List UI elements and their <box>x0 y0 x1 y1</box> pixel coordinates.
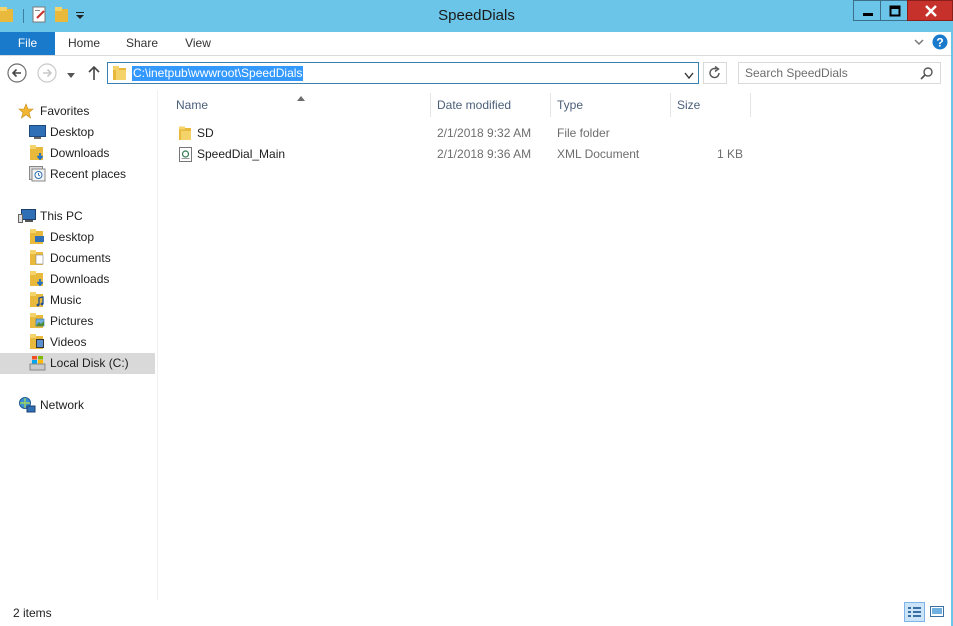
nav-item-label: Documents <box>50 251 111 265</box>
status-bar: 2 items <box>0 600 953 626</box>
nav-pc-desktop[interactable]: Desktop <box>0 227 157 248</box>
expand-ribbon-chevron-icon[interactable] <box>913 36 925 51</box>
navigation-pane: Favorites Desktop Downloads Recent place… <box>0 90 158 600</box>
nav-pc-music[interactable]: Music <box>0 290 157 311</box>
nav-pc-local-disk[interactable]: Local Disk (C:) <box>0 353 155 374</box>
nav-pc-pictures[interactable]: Pictures <box>0 311 157 332</box>
large-icons-view-button[interactable] <box>927 602 948 622</box>
back-button[interactable] <box>7 63 27 86</box>
network-icon <box>18 397 36 420</box>
tab-file[interactable]: File <box>0 32 55 55</box>
nav-network[interactable]: Network <box>0 395 157 416</box>
search-icon[interactable] <box>920 66 934 83</box>
nav-item-label: Videos <box>50 335 87 349</box>
file-size: 1 KB <box>716 147 743 161</box>
file-type: XML Document <box>557 147 640 161</box>
file-row[interactable]: SpeedDial_Main 2/1/2018 9:36 AM XML Docu… <box>170 144 750 165</box>
refresh-button[interactable] <box>703 62 727 84</box>
window-title: SpeedDials <box>438 7 515 24</box>
address-path[interactable]: C:\inetpub\wwwroot\SpeedDials <box>132 66 304 81</box>
search-input[interactable] <box>745 65 915 81</box>
title-bar[interactable]: SpeedDials <box>0 0 953 32</box>
file-name: SD <box>197 126 214 140</box>
file-row[interactable]: SD 2/1/2018 9:32 AM File folder <box>170 123 750 144</box>
nav-item-label: Recent places <box>50 167 127 181</box>
up-button[interactable] <box>87 65 101 84</box>
nav-favorites-recent-places[interactable]: Recent places <box>0 164 157 185</box>
large-icons-view-icon <box>930 606 944 617</box>
help-icon[interactable]: ? <box>932 34 948 53</box>
tab-view[interactable]: View <box>176 32 220 55</box>
column-header-type[interactable]: Type <box>551 93 671 117</box>
nav-network-label: Network <box>40 398 85 412</box>
column-header-name[interactable]: Name <box>170 93 431 117</box>
pane-divider[interactable] <box>157 90 158 600</box>
maximize-button[interactable] <box>880 0 908 21</box>
search-box[interactable] <box>738 62 941 84</box>
recent-locations-chevron-icon[interactable] <box>66 69 76 83</box>
ribbon-tab-bar: File Home Share View ? <box>0 32 953 56</box>
nav-item-label: Downloads <box>50 146 110 160</box>
address-history-chevron-icon[interactable] <box>684 69 694 83</box>
nav-this-pc-label: This PC <box>40 209 83 223</box>
nav-pc-documents[interactable]: Documents <box>0 248 157 269</box>
nav-item-label: Music <box>50 293 82 307</box>
nav-pc-downloads[interactable]: Downloads <box>0 269 157 290</box>
nav-pc-videos[interactable]: Videos <box>0 332 157 353</box>
nav-item-label: Desktop <box>50 230 95 244</box>
minimize-button[interactable] <box>853 0 881 21</box>
nav-this-pc[interactable]: This PC <box>0 206 157 227</box>
item-count: 2 items <box>13 606 52 620</box>
svg-text:?: ? <box>936 36 943 50</box>
details-view-icon <box>908 607 921 617</box>
details-view-button[interactable] <box>904 602 925 622</box>
nav-item-label: Downloads <box>50 272 110 286</box>
nav-item-label: Pictures <box>50 314 94 328</box>
nav-favorites-desktop[interactable]: Desktop <box>0 122 157 143</box>
file-date-modified: 2/1/2018 9:32 AM <box>437 126 532 140</box>
navigation-bar: C:\inetpub\wwwroot\SpeedDials <box>0 56 953 90</box>
close-button[interactable] <box>907 0 953 21</box>
file-type: File folder <box>557 126 610 140</box>
nav-item-label: Local Disk (C:) <box>50 356 129 370</box>
recent-places-icon <box>29 166 46 189</box>
forward-button[interactable] <box>37 63 57 86</box>
file-date-modified: 2/1/2018 9:36 AM <box>437 147 532 161</box>
folder-icon <box>112 65 128 84</box>
column-header-size[interactable]: Size <box>671 93 751 117</box>
address-bar[interactable]: C:\inetpub\wwwroot\SpeedDials <box>107 62 699 84</box>
local-disk-icon <box>29 355 46 378</box>
file-name: SpeedDial_Main <box>197 147 286 161</box>
tab-home[interactable]: Home <box>62 32 106 55</box>
nav-favorites-downloads[interactable]: Downloads <box>0 143 157 164</box>
nav-item-label: Desktop <box>50 125 95 139</box>
nav-favorites-label: Favorites <box>40 104 90 118</box>
column-header-date-modified[interactable]: Date modified <box>431 93 551 117</box>
nav-favorites[interactable]: Favorites <box>0 101 157 122</box>
xml-document-icon <box>178 147 193 169</box>
tab-share[interactable]: Share <box>120 32 164 55</box>
